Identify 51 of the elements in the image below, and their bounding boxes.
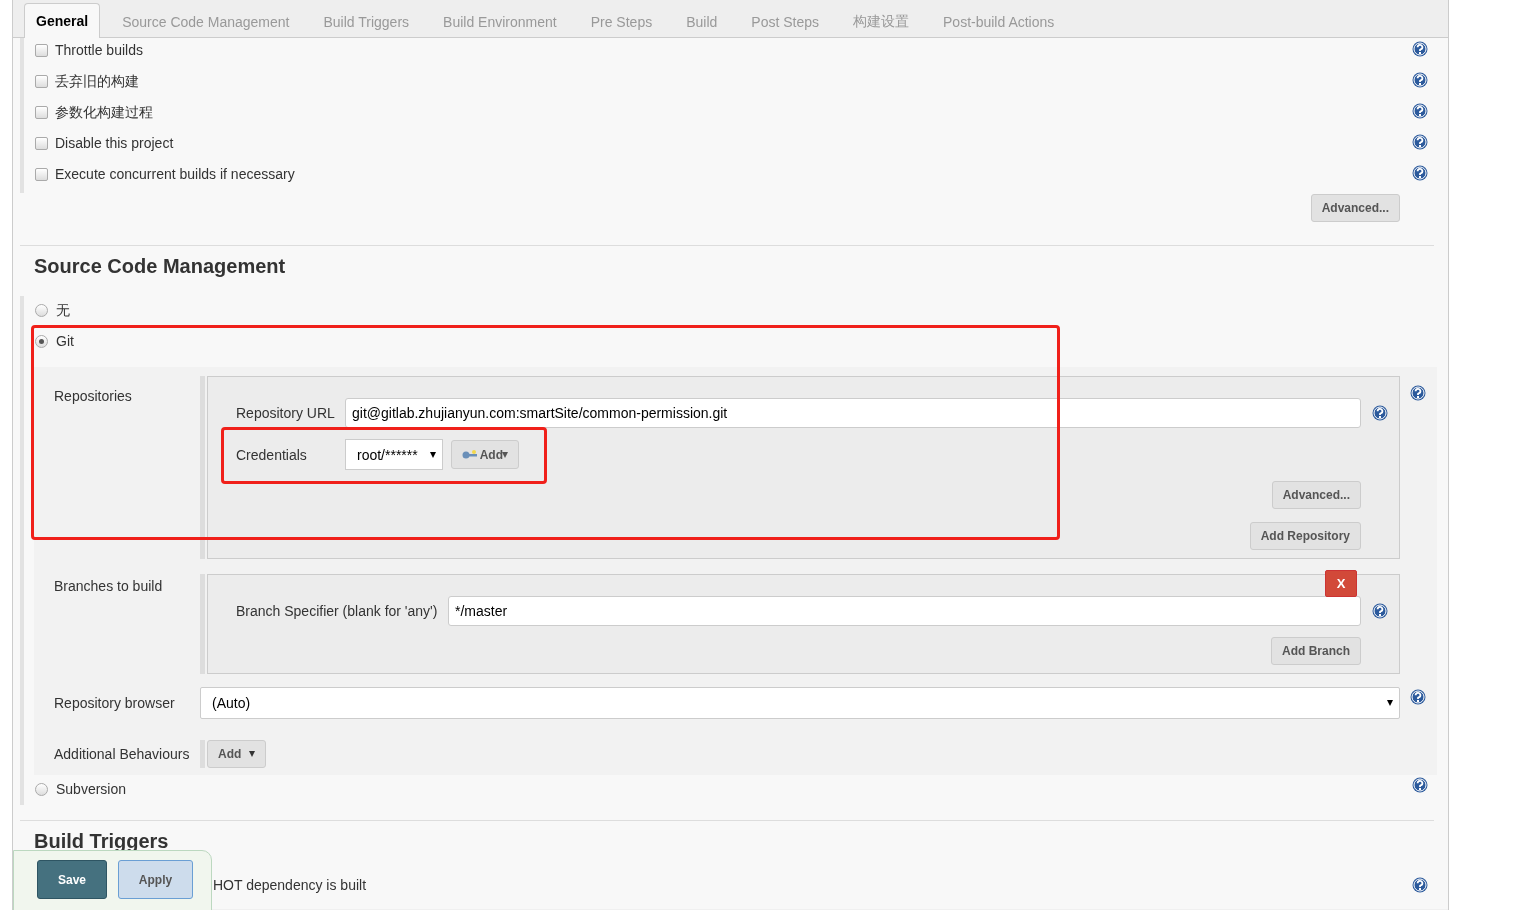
field-label: Repository URL [236, 405, 336, 421]
section-heading: Source Code Management [34, 255, 286, 277]
help-icon[interactable] [1412, 165, 1428, 181]
advanced-button[interactable]: Advanced... [1271, 481, 1361, 509]
add-button[interactable]: Add [207, 740, 267, 768]
tab[interactable]: General [24, 3, 101, 38]
option-label: 无 [56, 302, 70, 320]
add-button[interactable]: Add [450, 440, 520, 469]
option-label: 丢弃旧的构建 [55, 73, 139, 91]
add-branch-button[interactable]: Add Branch [1271, 637, 1361, 665]
key-icon [461, 449, 478, 460]
option-label: Git [56, 333, 74, 349]
save-button[interactable]: Save [37, 860, 107, 899]
help-icon[interactable] [1372, 603, 1388, 619]
option-label: Execute concurrent builds if necessary [55, 166, 295, 182]
help-icon[interactable] [1412, 72, 1428, 88]
delete-button[interactable]: X [1325, 570, 1357, 597]
help-icon[interactable] [1412, 134, 1428, 150]
radio-button[interactable] [35, 335, 48, 348]
radio-button[interactable] [35, 783, 48, 796]
checkbox[interactable] [35, 168, 48, 181]
help-icon[interactable] [1412, 877, 1428, 893]
repository-browser-select[interactable]: (Auto) [200, 687, 1400, 719]
option-label: Throttle builds [55, 42, 143, 58]
field-label: Branch Specifier (blank for 'any') [236, 603, 439, 619]
apply-button[interactable]: Apply [118, 860, 193, 899]
add-repository-button[interactable]: Add Repository [1249, 522, 1361, 550]
help-icon[interactable] [1412, 103, 1428, 119]
checkbox[interactable] [35, 137, 48, 150]
help-icon[interactable] [1410, 385, 1426, 401]
help-icon[interactable] [1412, 41, 1428, 57]
advanced-button[interactable]: Advanced... [1310, 194, 1400, 222]
field-label: Branches to build [54, 578, 163, 594]
help-icon[interactable] [1410, 689, 1426, 705]
option-label: HOT dependency is built [213, 877, 367, 893]
branch-specifier-field[interactable]: */master [448, 596, 1361, 626]
repository-url-field[interactable]: git@gitlab.zhujianyun.com:smartSite/common-permission.git [345, 398, 1361, 428]
option-label: 参数化构建过程 [55, 104, 153, 122]
field-label: Repositories [54, 388, 132, 404]
help-icon[interactable] [1372, 405, 1388, 421]
checkbox[interactable] [35, 75, 48, 88]
field-label: Additional Behaviours [54, 746, 190, 762]
field-label: Credentials [236, 446, 308, 463]
option-label: Subversion [56, 781, 127, 797]
credentials-select[interactable]: root/****** [345, 439, 443, 470]
checkbox[interactable] [35, 106, 48, 119]
field-label: Repository browser [54, 695, 175, 711]
help-icon[interactable] [1412, 777, 1428, 793]
option-label: Disable this project [55, 135, 174, 151]
checkbox[interactable] [35, 44, 48, 57]
radio-button[interactable] [35, 304, 48, 317]
